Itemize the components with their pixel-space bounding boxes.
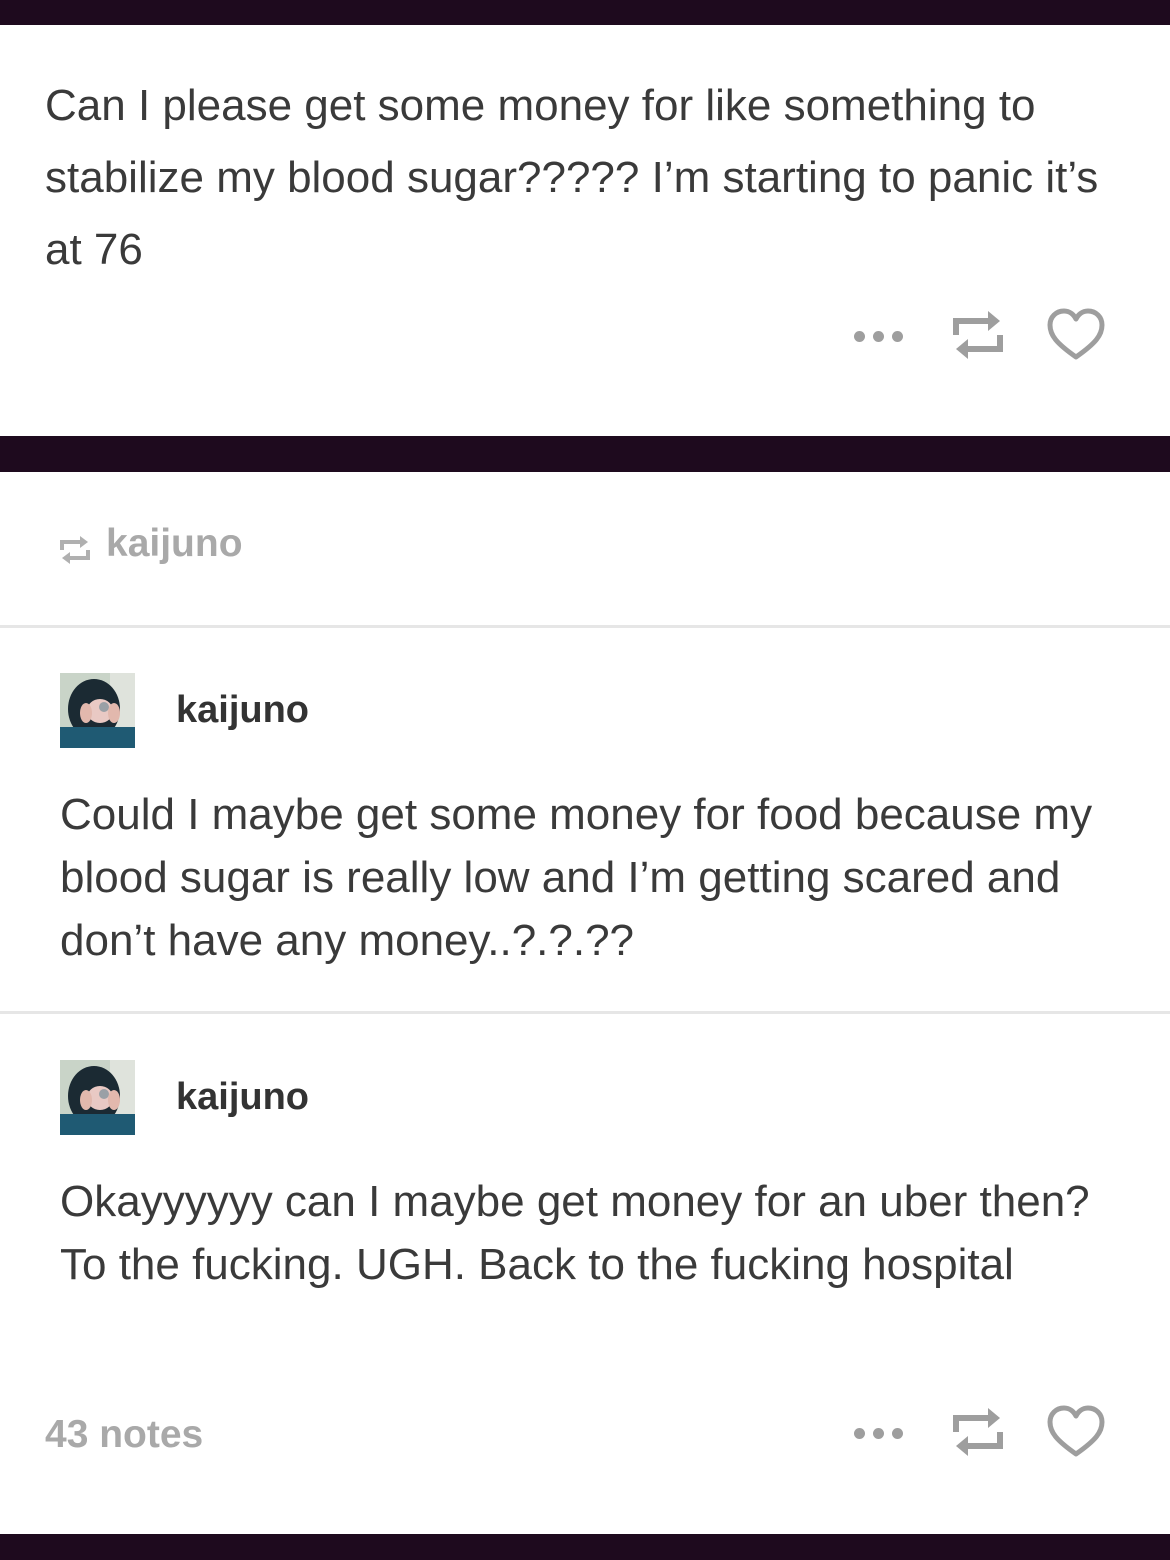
trail-entry: kaijuno Okayyyyyy can I maybe get money … (0, 1060, 1170, 1360)
username[interactable]: kaijuno (176, 687, 309, 733)
heart-icon[interactable] (1046, 1402, 1106, 1462)
divider (0, 625, 1170, 628)
username[interactable]: kaijuno (176, 1074, 309, 1120)
reblog-icon[interactable] (950, 305, 1006, 365)
top-band (0, 0, 1170, 25)
post-text: Can I please get some money for like som… (45, 81, 1099, 274)
post-actions (850, 1402, 1110, 1462)
reblogger-username[interactable]: kaijuno (106, 522, 243, 566)
original-post-card: Can I please get some money for like som… (0, 25, 1170, 436)
avatar[interactable] (60, 673, 135, 748)
reblog-card: kaijuno kaijuno Could I maybe get some m… (0, 472, 1170, 1534)
trail-entry: kaijuno Could I maybe get some money for… (0, 673, 1170, 973)
post-actions (850, 305, 1110, 365)
separator-band (0, 436, 1170, 472)
bottom-band (0, 1534, 1170, 1560)
divider (0, 1011, 1170, 1014)
reblog-icon (58, 534, 92, 571)
post-text: Could I maybe get some money for food be… (60, 790, 1093, 965)
reblog-icon[interactable] (950, 1402, 1006, 1462)
avatar[interactable] (60, 1060, 135, 1135)
post-text: Okayyyyyy can I maybe get money for an u… (60, 1177, 1090, 1289)
notes-count[interactable]: 43 notes (45, 1412, 203, 1458)
heart-icon[interactable] (1046, 305, 1106, 365)
more-icon[interactable] (850, 1402, 910, 1462)
more-icon[interactable] (850, 305, 910, 365)
